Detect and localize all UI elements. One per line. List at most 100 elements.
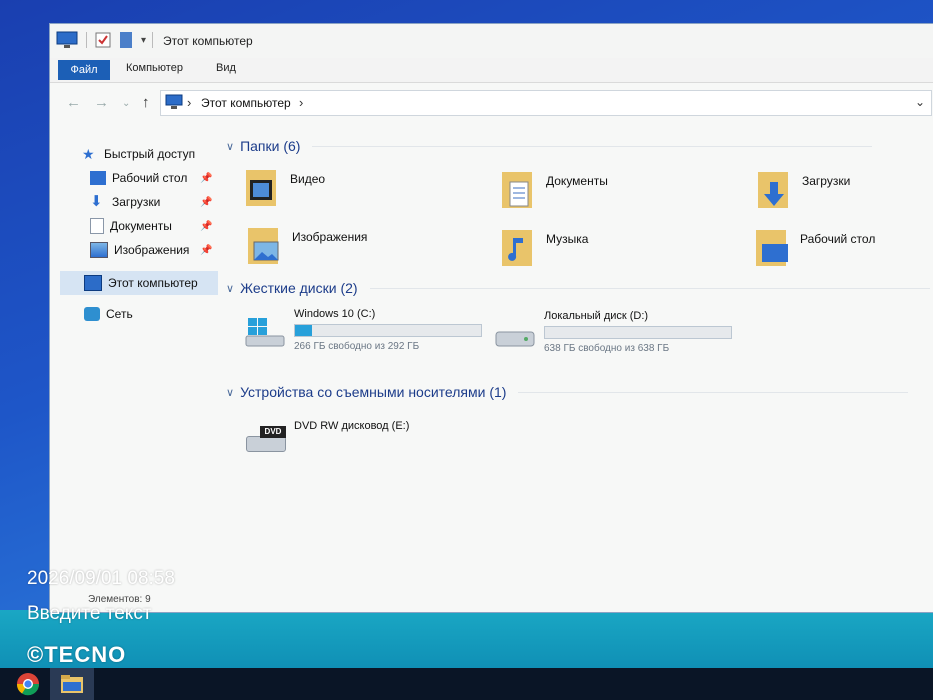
up-arrow-icon[interactable]: ↑ xyxy=(142,94,150,111)
group-header-folders[interactable]: ∨ Папки (6) xyxy=(226,138,873,154)
drive-e-dvd[interactable]: DVD DVD RW дисковод (E:) xyxy=(244,416,484,466)
breadcrumb-this-pc[interactable]: Этот компьютер xyxy=(201,96,291,110)
group-title: Папки (6) xyxy=(240,138,301,154)
folder-label: Рабочий стол xyxy=(800,232,876,246)
sidebar-item-label: Быстрый доступ xyxy=(104,147,196,161)
chevron-down-icon: ∨ xyxy=(226,282,235,295)
tab-computer[interactable]: Компьютер xyxy=(126,62,183,74)
drive-free-space: 266 ГБ свободно из 292 ГБ xyxy=(294,341,420,352)
sidebar-item-label: Загрузки xyxy=(112,195,161,209)
windows-drive-icon xyxy=(245,318,285,347)
divider xyxy=(312,145,873,147)
chevron-down-icon: ∨ xyxy=(226,140,235,153)
tab-view[interactable]: Вид xyxy=(216,62,236,74)
documents-folder-icon xyxy=(502,172,532,208)
computer-icon xyxy=(56,31,78,48)
breadcrumb-separator[interactable]: › xyxy=(187,95,191,110)
taskbar-chrome-button[interactable] xyxy=(6,668,50,700)
new-folder-icon[interactable] xyxy=(119,31,133,49)
back-arrow-icon[interactable]: ← xyxy=(66,94,81,111)
folder-documents[interactable]: Документы xyxy=(500,168,730,214)
group-header-removable[interactable]: ∨ Устройства со съемными носителями (1) xyxy=(226,384,909,400)
sidebar-item-pictures[interactable]: Изображения xyxy=(90,239,189,261)
drive-name: Локальный диск (D:) xyxy=(544,310,649,322)
sidebar-item-label: Этот компьютер xyxy=(108,276,198,290)
pin-icon[interactable]: 📌 xyxy=(200,173,212,184)
folder-label: Музыка xyxy=(546,232,589,246)
folder-label: Видео xyxy=(290,172,326,186)
divider xyxy=(86,32,87,48)
sidebar-item-this-pc[interactable]: Этот компьютер xyxy=(84,272,198,294)
drive-usage-bar xyxy=(294,324,482,337)
customize-quick-access-icon[interactable]: ▾ xyxy=(141,35,146,46)
chrome-icon xyxy=(16,673,40,696)
chevron-down-icon: ∨ xyxy=(226,386,235,399)
pictures-icon xyxy=(90,242,108,258)
star-icon: ★ xyxy=(82,146,95,162)
folder-desktop[interactable]: Рабочий стол xyxy=(754,226,933,272)
photo-timestamp: 2026/09/01 08:58 xyxy=(27,568,175,589)
divider xyxy=(518,391,909,393)
sidebar-item-label: Рабочий стол xyxy=(112,171,188,185)
drive-d[interactable]: Локальный диск (D:) 638 ГБ свободно из 6… xyxy=(494,310,734,360)
folder-pictures[interactable]: Изображения xyxy=(246,224,476,270)
taskbar xyxy=(0,668,933,700)
pin-icon[interactable]: 📌 xyxy=(200,245,212,256)
divider xyxy=(369,287,930,289)
computer-icon xyxy=(165,94,183,109)
drive-c[interactable]: Windows 10 (C:) 266 ГБ свободно из 292 Г… xyxy=(244,308,484,358)
group-title: Жесткие диски (2) xyxy=(240,280,358,296)
folder-label: Загрузки xyxy=(802,174,851,188)
download-arrow-icon: ⬇ xyxy=(90,193,103,210)
divider xyxy=(152,32,154,48)
group-title: Устройства со съемными носителями (1) xyxy=(240,384,507,400)
sidebar-item-documents[interactable]: Документы xyxy=(90,215,172,237)
network-icon xyxy=(84,307,100,321)
folder-downloads[interactable]: Загрузки xyxy=(756,168,933,214)
folder-icon xyxy=(61,675,83,693)
folder-label: Документы xyxy=(546,174,608,188)
drive-usage-bar xyxy=(544,326,732,339)
camera-brand-watermark: ©TECNO xyxy=(27,642,127,667)
desktop-folder-icon xyxy=(756,230,788,266)
address-bar[interactable]: › Этот компьютер › ⌄ xyxy=(160,90,932,116)
dvd-badge: DVD xyxy=(260,426,286,438)
computer-icon xyxy=(84,275,102,291)
sidebar-item-label: Документы xyxy=(110,219,172,233)
sidebar-item-label: Изображения xyxy=(114,243,190,257)
folder-music[interactable]: Музыка xyxy=(500,226,730,272)
video-folder-icon xyxy=(246,170,276,206)
group-header-drives[interactable]: ∨ Жесткие диски (2) xyxy=(226,280,930,296)
properties-icon[interactable] xyxy=(95,32,111,48)
pin-icon[interactable]: 📌 xyxy=(200,221,212,232)
navigation-bar: ← → ⌄ ↑ › Этот компьютер › ⌄ xyxy=(50,86,933,118)
pictures-folder-icon xyxy=(248,228,279,264)
address-dropdown-icon[interactable]: ⌄ xyxy=(915,95,925,109)
breadcrumb-separator[interactable]: › xyxy=(299,95,303,110)
sidebar-item-desktop[interactable]: Рабочий стол xyxy=(90,167,187,189)
document-icon xyxy=(90,218,104,234)
forward-arrow-icon[interactable]: → xyxy=(94,94,109,111)
ribbon: Файл Компьютер Вид xyxy=(50,58,933,83)
folder-label: Изображения xyxy=(292,230,368,244)
navigation-pane: ★ Быстрый доступ Рабочий стол 📌 ⬇ Загруз… xyxy=(60,139,220,379)
sidebar-item-quick-access[interactable]: ★ Быстрый доступ xyxy=(82,143,195,165)
file-explorer-window: ▾ Этот компьютер Файл Компьютер Вид ← → … xyxy=(50,24,933,612)
sidebar-item-downloads[interactable]: ⬇ Загрузки xyxy=(90,191,160,213)
window-title: Этот компьютер xyxy=(163,34,253,48)
tab-file[interactable]: Файл xyxy=(58,60,110,80)
title-bar: ▾ Этот компьютер xyxy=(50,24,933,58)
recent-locations-icon[interactable]: ⌄ xyxy=(122,98,130,109)
drive-usage-fill xyxy=(295,325,312,336)
photo-caption: Введите текст xyxy=(27,603,152,624)
sidebar-item-network[interactable]: Сеть xyxy=(84,303,133,325)
drive-name: DVD RW дисковод (E:) xyxy=(294,420,410,432)
content-pane: ∨ Папки (6) Видео Документы Загрузки Изо… xyxy=(220,132,930,602)
drive-free-space: 638 ГБ свободно из 638 ГБ xyxy=(544,343,670,354)
music-folder-icon xyxy=(502,230,532,266)
folder-video[interactable]: Видео xyxy=(244,166,474,212)
taskbar-explorer-button[interactable] xyxy=(50,668,94,700)
pin-icon[interactable]: 📌 xyxy=(200,197,212,208)
drive-name: Windows 10 (C:) xyxy=(294,308,376,320)
desktop-icon xyxy=(90,171,106,185)
